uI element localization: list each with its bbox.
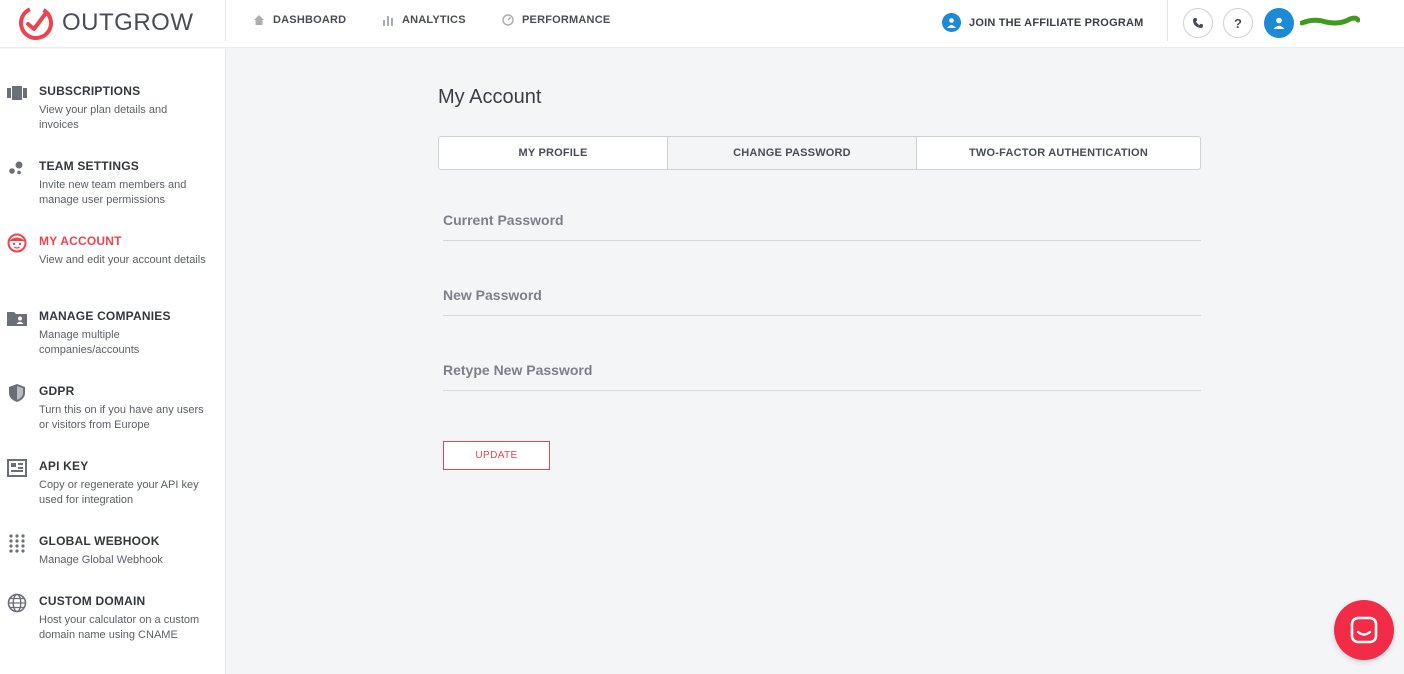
bar-chart-icon [383,16,393,26]
folder-user-icon [7,308,27,328]
new-password-input[interactable] [443,272,1201,315]
sidebar-item-desc: Copy or regenerate your API key used for… [39,479,199,506]
nav-analytics[interactable]: ANALYTICS [382,14,466,26]
team-icon [7,158,27,178]
help-button[interactable]: ? [1223,8,1253,38]
sidebar-item-desc: View your plan details and invoices [39,104,168,131]
sidebar-item-my-account[interactable]: MY ACCOUNT View and edit your account de… [0,206,225,281]
redacted-username-scribble [1300,15,1360,26]
sidebar-item-manage-companies[interactable]: MANAGE COMPANIES Manage multiple compani… [0,281,225,356]
sidebar-item-desc: Turn this on if you have any users or vi… [39,404,204,431]
sidebar-item-team-settings[interactable]: TEAM SETTINGS Invite new team members an… [0,131,225,206]
affiliate-link[interactable]: JOIN THE AFFILIATE PROGRAM [942,13,1143,32]
account-tabs: MY PROFILE CHANGE PASSWORD TWO-FACTOR AU… [438,136,1201,170]
api-key-icon [7,458,27,478]
sidebar-item-title: API KEY [39,459,89,473]
tab-change-password[interactable]: CHANGE PASSWORD [668,137,917,169]
sidebar-item-custom-domain[interactable]: CUSTOM DOMAIN Host your calculator on a … [0,566,225,641]
affiliate-icon [942,13,961,32]
help-icon: ? [1234,15,1242,31]
globe-icon [7,593,27,613]
sidebar-item-desc: Invite new team members and manage user … [39,179,187,206]
sidebar-item-subscriptions[interactable]: SUBSCRIPTIONS View your plan details and… [0,56,225,131]
tab-my-profile[interactable]: MY PROFILE [439,137,668,169]
home-icon [254,15,264,25]
phone-icon [1193,18,1203,28]
sidebar-item-title: SUBSCRIPTIONS [39,84,141,98]
current-password-field [443,197,1201,241]
current-password-input[interactable] [443,197,1201,240]
subscriptions-icon [7,83,27,103]
settings-sidebar: SUBSCRIPTIONS View your plan details and… [0,49,226,674]
shield-icon [7,383,27,403]
affiliate-label: JOIN THE AFFILIATE PROGRAM [969,16,1144,29]
user-avatar-button[interactable] [1264,8,1294,38]
topbar-divider [225,0,226,41]
retype-password-field [443,347,1201,391]
sidebar-item-desc: Manage multiple companies/accounts [39,329,140,356]
top-bar: OUTGROW DASHBOARD ANALYTICS PERFORMANCE … [0,0,1404,48]
account-face-icon [7,233,27,253]
chat-icon [1350,616,1378,644]
sidebar-item-desc: View and edit your account details [39,254,206,266]
page-title: My Account [438,86,542,108]
user-icon [1273,17,1285,29]
update-button[interactable]: UPDATE [443,441,550,470]
outgrow-logo-icon [19,6,53,40]
sidebar-item-title: CUSTOM DOMAIN [39,594,146,608]
topbar-divider-right [1167,0,1168,41]
sidebar-item-title: GLOBAL WEBHOOK [39,534,160,548]
sidebar-item-title: MANAGE COMPANIES [39,309,171,323]
sidebar-item-title: TEAM SETTINGS [39,159,139,173]
sidebar-item-gdpr[interactable]: GDPR Turn this on if you have any users … [0,356,225,431]
sidebar-item-api-key[interactable]: API KEY Copy or regenerate your API key … [0,431,225,506]
nav-analytics-label: ANALYTICS [402,14,466,26]
phone-button[interactable] [1183,8,1213,38]
retype-password-input[interactable] [443,347,1201,390]
dots-grid-icon [7,533,27,553]
outgrow-logo[interactable]: OUTGROW [18,5,193,41]
brand-name: OUTGROW [62,9,194,36]
nav-performance[interactable]: PERFORMANCE [502,14,610,26]
tab-two-factor-authentication[interactable]: TWO-FACTOR AUTHENTICATION [917,137,1200,169]
nav-dashboard-label: DASHBOARD [273,14,347,26]
new-password-field [443,272,1201,316]
sidebar-item-desc: Host your calculator on a custom domain … [39,614,200,641]
nav-dashboard[interactable]: DASHBOARD [253,14,346,26]
nav-performance-label: PERFORMANCE [522,14,611,26]
sidebar-item-title: MY ACCOUNT [39,234,122,248]
chat-launcher-button[interactable] [1334,600,1394,660]
gauge-icon [502,14,514,26]
sidebar-item-title: GDPR [39,384,75,398]
